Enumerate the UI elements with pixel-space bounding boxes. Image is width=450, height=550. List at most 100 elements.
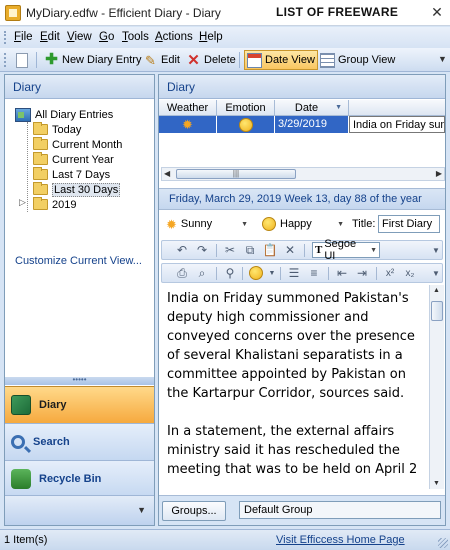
navigation-pane: Diary All Diary Entries Today Current Mo… xyxy=(4,74,155,526)
date-view-button[interactable]: Date View xyxy=(244,50,318,70)
tree-item-label: Last 30 Days xyxy=(52,182,121,197)
tree-item-last-7-days[interactable]: Last 7 Days xyxy=(33,167,110,182)
title-label: Title: xyxy=(352,218,376,230)
happy-face-icon xyxy=(262,217,276,231)
dropdown-arrow-icon: ▼ xyxy=(337,220,344,228)
tree-item-current-month[interactable]: Current Month xyxy=(33,137,122,152)
group-view-button[interactable]: Group View xyxy=(318,50,397,70)
close-button[interactable]: ✕ xyxy=(426,2,448,23)
pencil-icon: ✎ xyxy=(145,52,156,68)
edit-button[interactable]: ✎ Edit xyxy=(141,50,182,70)
folder-icon xyxy=(33,122,48,135)
column-header-emotion[interactable]: Emotion xyxy=(217,100,275,116)
tree-item-all-diary-entries[interactable]: All Diary Entries xyxy=(15,107,113,122)
folder-icon xyxy=(33,152,48,165)
column-header-weather[interactable]: Weather xyxy=(159,100,217,116)
menu-actions[interactable]: Actions xyxy=(155,31,193,43)
menu-go[interactable]: Go xyxy=(99,31,114,43)
new-diary-entry-label: New Diary Entry xyxy=(62,54,142,66)
subscript-icon[interactable]: x₂ xyxy=(402,266,418,281)
menu-tools[interactable]: Tools xyxy=(122,31,149,43)
groups-button[interactable]: Groups... xyxy=(162,501,226,521)
print-icon[interactable]: ⎙ xyxy=(174,266,190,281)
increase-indent-icon[interactable]: ⇥ xyxy=(354,266,370,281)
resize-grip-handle[interactable] xyxy=(438,538,448,548)
redo-icon[interactable]: ↷ xyxy=(194,243,210,258)
toolbar-separator xyxy=(280,267,281,280)
main-toolbar: ✚ New Diary Entry ✎ Edit ✕ Delete Date V… xyxy=(0,48,450,72)
cut-icon[interactable]: ✂ xyxy=(222,243,238,258)
bulleted-list-icon[interactable]: ☰ xyxy=(286,266,302,281)
title-bar: MyDiary.edfw - Efficient Diary - Diary L… xyxy=(0,0,450,26)
vertical-scroll-thumb[interactable] xyxy=(431,301,443,321)
happy-face-icon xyxy=(249,266,263,280)
emotion-dropdown[interactable]: Happy ▼ xyxy=(259,215,347,233)
date-view-label: Date View xyxy=(265,54,315,66)
nav-button-diary[interactable]: Diary xyxy=(5,386,154,423)
new-document-button[interactable] xyxy=(14,50,30,70)
recycle-bin-icon xyxy=(11,469,31,489)
weather-dropdown[interactable]: ✹ Sunny ▼ xyxy=(163,215,251,233)
toolbar-separator xyxy=(376,267,377,280)
nav-button-recycle-bin[interactable]: Recycle Bin xyxy=(5,460,154,497)
paste-icon[interactable]: 📋 xyxy=(262,243,278,258)
toolbar-separator xyxy=(216,244,217,257)
scroll-right-arrow-icon[interactable]: ▶ xyxy=(436,168,442,180)
group-bar: Groups... Default Group xyxy=(159,495,445,525)
numbered-list-icon[interactable]: ≡ xyxy=(306,266,322,281)
column-header-date[interactable]: Date ▼ xyxy=(275,100,349,116)
toolbar-overflow-chevron-icon[interactable]: ▼ xyxy=(438,54,447,64)
dropdown-arrow-icon: ▼ xyxy=(241,220,248,228)
tree-item-2019[interactable]: 2019 xyxy=(33,197,76,212)
configure-buttons-chevron-icon[interactable]: ▼ xyxy=(137,505,146,515)
tree-item-label: Last 7 Days xyxy=(52,168,111,181)
pane-splitter-handle[interactable]: ••••• xyxy=(5,376,154,385)
tree-item-current-year[interactable]: Current Year xyxy=(33,152,114,167)
grid-horizontal-scrollbar[interactable]: ◀ ||| ▶ xyxy=(161,167,445,181)
home-page-link[interactable]: Visit Efficcess Home Page xyxy=(276,534,405,546)
undo-icon[interactable]: ↶ xyxy=(174,243,190,258)
diary-body-editor[interactable]: India on Friday summoned Pakistan's depu… xyxy=(161,285,431,489)
toolbar-separator xyxy=(239,52,240,68)
menu-grip-handle[interactable] xyxy=(4,31,7,44)
copy-icon[interactable]: ⧉ xyxy=(242,243,258,258)
menu-help[interactable]: Help xyxy=(199,31,223,43)
nav-button-search[interactable]: Search xyxy=(5,423,154,460)
scroll-down-arrow-icon[interactable]: ▼ xyxy=(433,480,440,487)
toolbar-overflow-chevron-icon[interactable]: ▼ xyxy=(428,266,444,281)
nav-button-label: Diary xyxy=(39,399,67,411)
scroll-left-arrow-icon[interactable]: ◀ xyxy=(164,168,170,180)
delete-label: Delete xyxy=(204,54,236,66)
toolbar-grip-handle[interactable] xyxy=(4,53,7,67)
horizontal-scroll-thumb[interactable]: ||| xyxy=(176,169,296,179)
search-icon xyxy=(11,435,25,449)
menu-edit[interactable]: Edit xyxy=(40,31,60,43)
weather-value: Sunny xyxy=(180,218,213,230)
delete-button[interactable]: ✕ Delete xyxy=(184,50,238,70)
editor-vertical-scrollbar[interactable]: ▲ ▼ xyxy=(429,285,444,489)
clear-x-icon[interactable]: ✕ xyxy=(282,243,298,258)
expand-chevron-icon[interactable]: ▷ xyxy=(19,197,26,208)
print-preview-icon[interactable]: ⌕ xyxy=(194,266,210,281)
find-binoculars-icon[interactable]: ⚲ xyxy=(222,266,238,281)
customize-current-view-link[interactable]: Customize Current View... xyxy=(15,255,142,267)
diary-content-pane: Diary Weather Emotion Date ▼ ✹ 3/29/2019… xyxy=(158,74,446,526)
scroll-up-arrow-icon[interactable]: ▲ xyxy=(433,287,440,294)
dropdown-arrow-icon[interactable]: ▼ xyxy=(264,266,280,281)
new-diary-entry-button[interactable]: ✚ New Diary Entry xyxy=(42,50,143,70)
tree-item-today[interactable]: Today xyxy=(33,122,81,137)
nav-pane-footer: ▼ xyxy=(5,495,154,525)
body-paragraph: India on Friday summoned Pakistan's depu… xyxy=(167,291,415,401)
insert-emoticon-icon[interactable] xyxy=(248,266,264,281)
tree-item-last-30-days[interactable]: Last 30 Days xyxy=(33,182,121,197)
book-icon xyxy=(11,395,31,415)
title-input[interactable]: First Diary xyxy=(378,215,440,233)
table-row[interactable]: ✹ 3/29/2019 India on Friday summoned xyxy=(159,116,445,133)
decrease-indent-icon[interactable]: ⇤ xyxy=(334,266,350,281)
sun-icon: ✹ xyxy=(166,216,177,232)
font-name-dropdown[interactable]: T Segoe UI ▼ xyxy=(312,238,380,262)
toolbar-overflow-chevron-icon[interactable]: ▼ xyxy=(428,243,444,258)
menu-view[interactable]: View xyxy=(67,31,92,43)
superscript-icon[interactable]: x² xyxy=(382,266,398,281)
menu-file[interactable]: File xyxy=(14,31,33,43)
